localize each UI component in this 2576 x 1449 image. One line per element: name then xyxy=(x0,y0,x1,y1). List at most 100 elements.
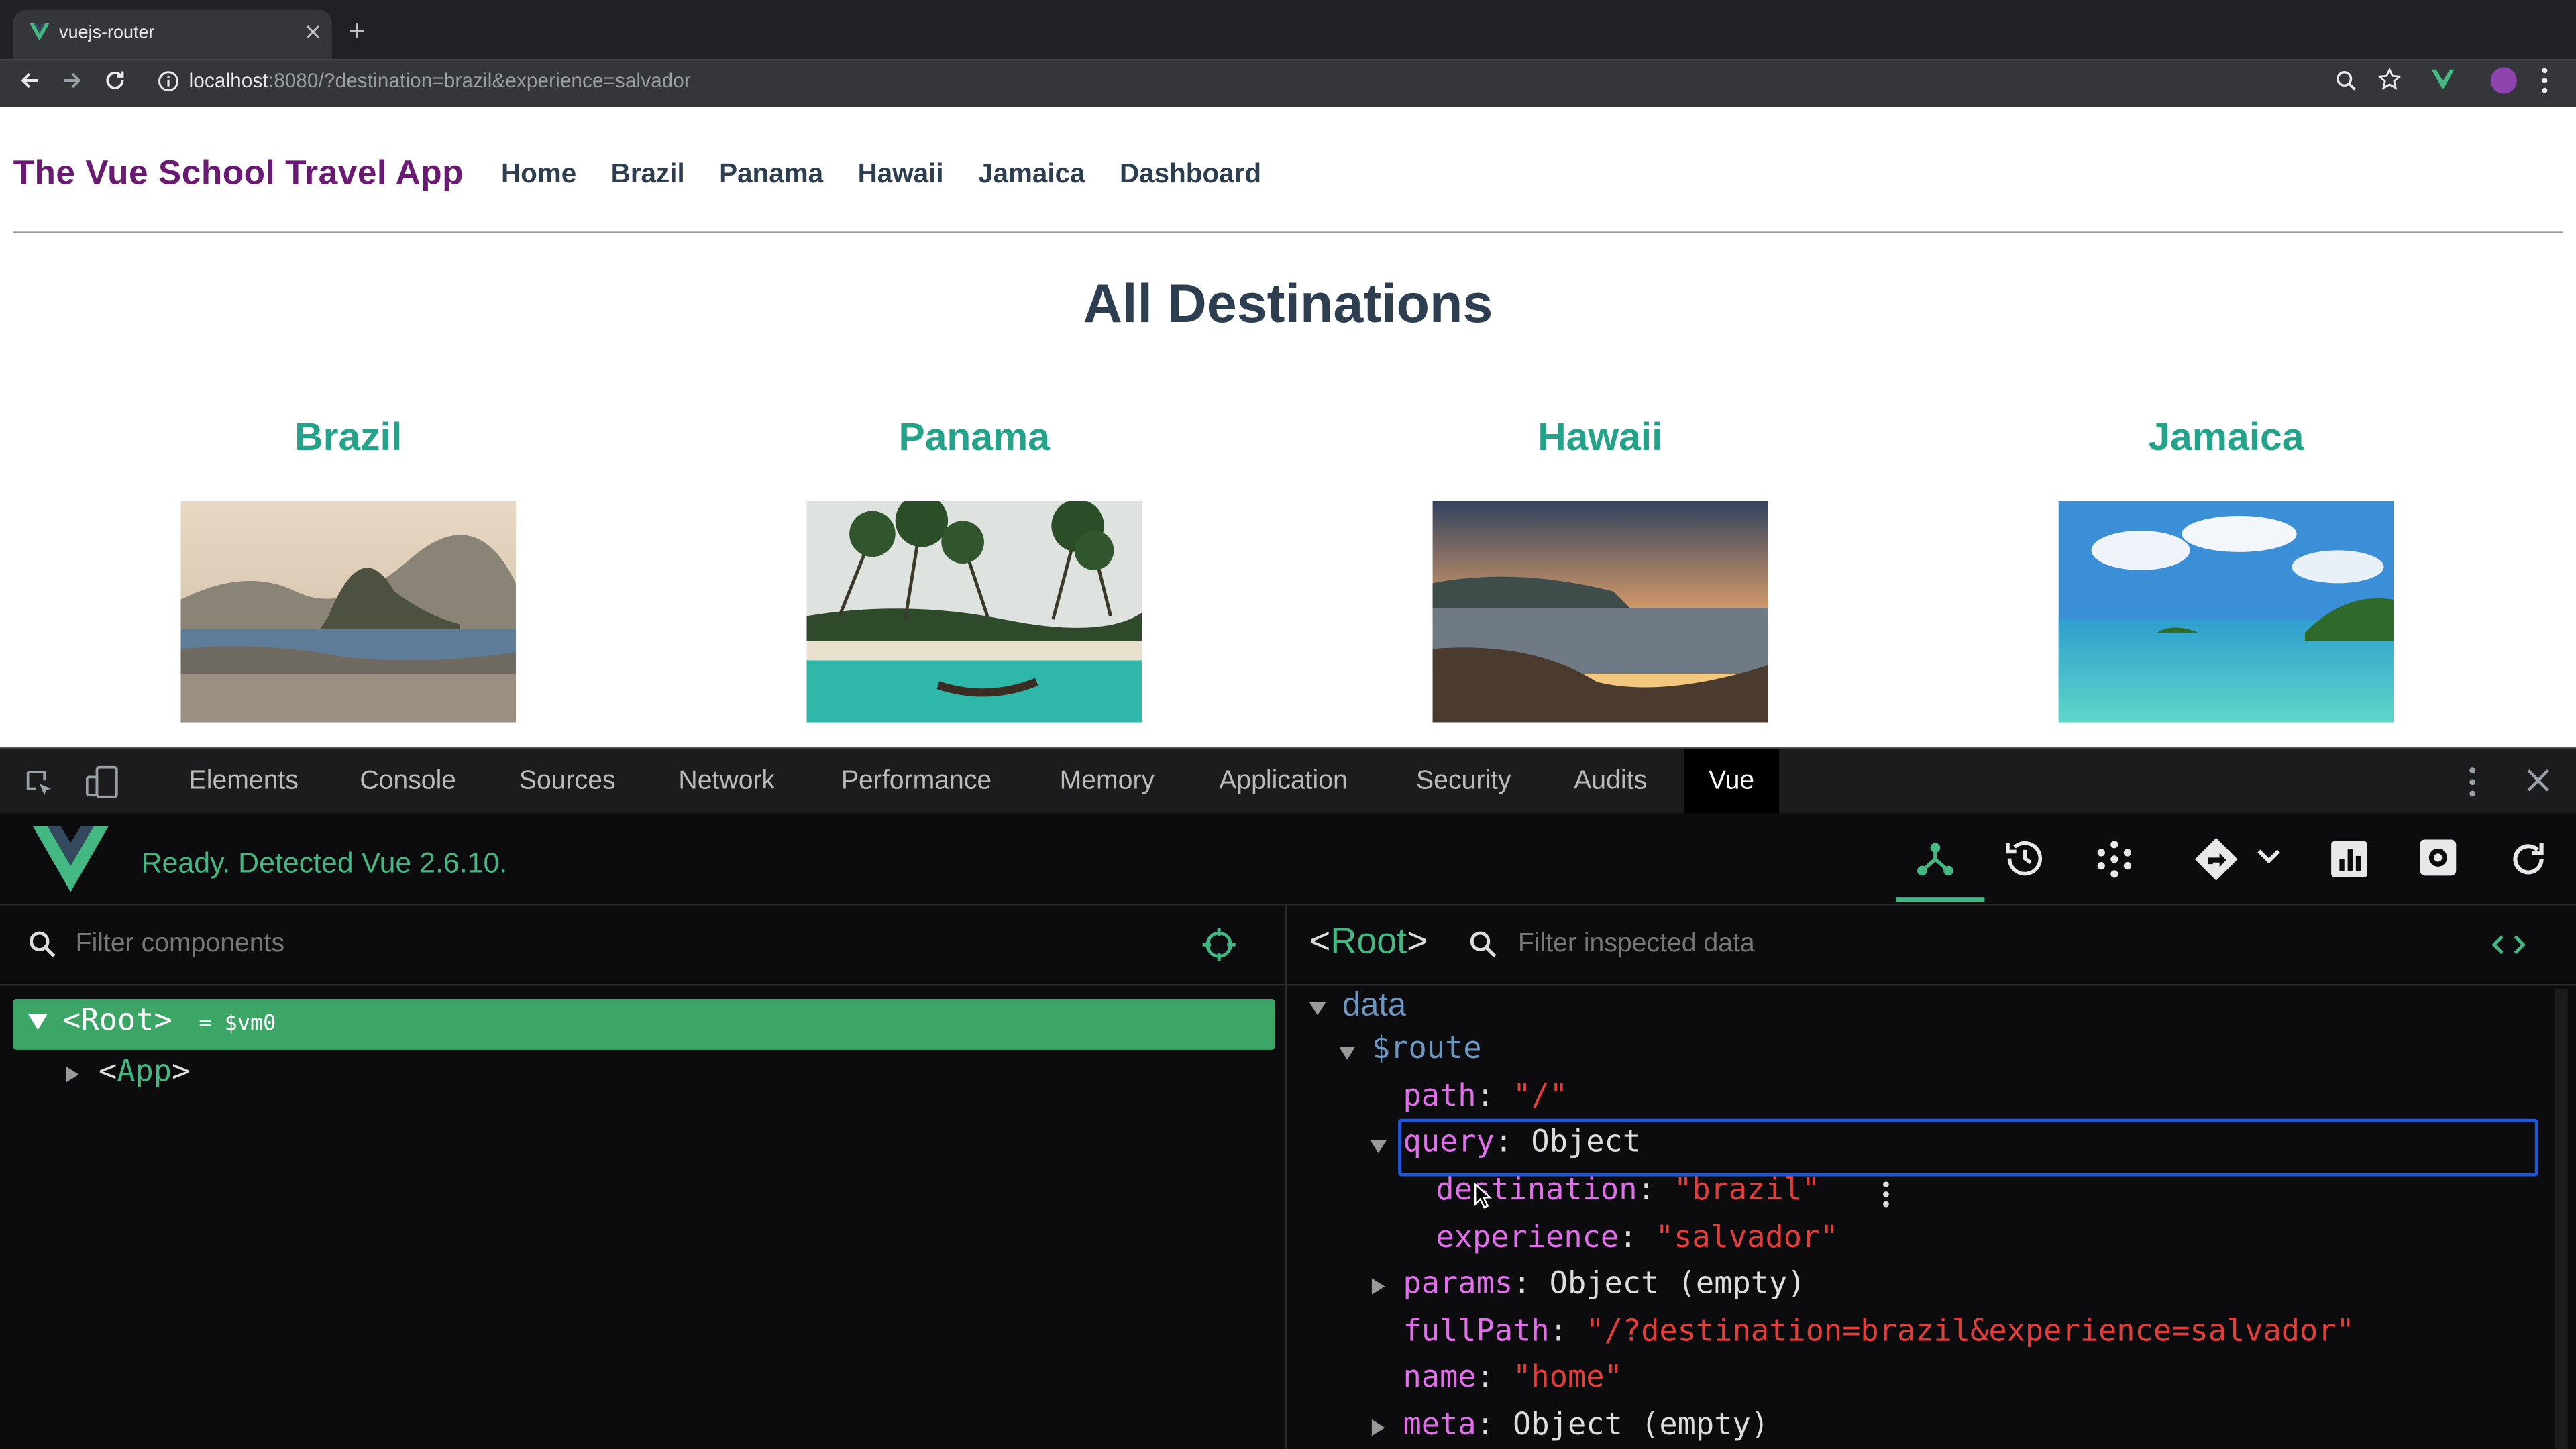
colon: : xyxy=(1476,1360,1495,1395)
name-row[interactable]: name: "home" xyxy=(1403,1360,1622,1395)
nav-brazil[interactable]: Brazil xyxy=(611,160,685,191)
experience-key: experience xyxy=(1436,1220,1619,1256)
tab-performance[interactable]: Performance xyxy=(841,767,991,797)
browser-toolbar: localhost:8080/?destination=brazil&exper… xyxy=(0,59,2576,107)
nav-jamaica[interactable]: Jamaica xyxy=(978,160,1085,191)
inspect-element-icon[interactable] xyxy=(23,767,56,800)
reload-icon[interactable] xyxy=(103,69,126,92)
meta-value: Object (empty) xyxy=(1513,1407,1770,1443)
main-nav: Home Brazil Panama Hawaii Jamaica Dashbo… xyxy=(501,160,1261,191)
title-lt: < xyxy=(1309,920,1331,961)
experience-row[interactable]: experience: "salvador" xyxy=(1436,1221,1838,1255)
collapse-params-triangle-icon[interactable] xyxy=(1370,1277,1386,1296)
destination-title-panama[interactable]: Panama xyxy=(728,416,1221,462)
code-view-icon[interactable] xyxy=(2492,932,2526,958)
nav-hawaii[interactable]: Hawaii xyxy=(858,160,944,191)
filter-inspected-data-input[interactable]: Filter inspected data xyxy=(1518,930,1755,959)
settings-gear-icon[interactable] xyxy=(2416,837,2459,879)
url-host: localhost xyxy=(189,68,268,93)
inspector-scrollbar[interactable] xyxy=(2555,989,2568,1449)
vuex-icon[interactable] xyxy=(2093,838,2136,881)
app-lt: < xyxy=(98,1055,117,1089)
tab-security[interactable]: Security xyxy=(1416,767,1511,797)
destination-row[interactable]: destination: "brazil" xyxy=(1436,1173,1820,1208)
refresh-icon[interactable] xyxy=(2507,838,2550,881)
device-toolbar-icon[interactable] xyxy=(84,764,120,800)
tab-network[interactable]: Network xyxy=(678,767,775,797)
tab-vue[interactable]: Vue xyxy=(1684,749,1779,815)
select-component-crosshair-icon[interactable] xyxy=(1201,926,1237,963)
nav-panama[interactable]: Panama xyxy=(719,160,823,191)
root-vm-alias: = $vm0 xyxy=(199,1012,276,1037)
root-gt: > xyxy=(154,1004,172,1038)
address-bar[interactable]: localhost:8080/?destination=brazil&exper… xyxy=(189,69,691,92)
path-row[interactable]: path: "/" xyxy=(1403,1079,1568,1114)
new-tab-button[interactable]: + xyxy=(348,16,366,46)
components-icon[interactable] xyxy=(1914,837,1957,879)
filter-components-input[interactable]: Filter components xyxy=(76,930,284,959)
nav-dashboard[interactable]: Dashboard xyxy=(1120,160,1261,191)
expand-query-triangle-icon[interactable] xyxy=(1368,1138,1388,1155)
filter-divider xyxy=(0,983,1285,986)
tab-elements[interactable]: Elements xyxy=(189,767,299,797)
nav-home[interactable]: Home xyxy=(501,160,576,191)
colon: : xyxy=(1476,1079,1495,1114)
tree-node-app[interactable]: <App> xyxy=(99,1055,190,1089)
close-tab-icon[interactable]: ✕ xyxy=(304,19,322,46)
destination-image-brazil[interactable] xyxy=(180,500,516,723)
query-row[interactable]: query: Object xyxy=(1403,1126,1641,1160)
tab-memory[interactable]: Memory xyxy=(1060,767,1155,797)
colon: : xyxy=(1494,1125,1513,1160)
zoom-icon[interactable] xyxy=(2334,69,2357,92)
back-arrow-icon[interactable] xyxy=(18,69,41,92)
app-gt: > xyxy=(172,1055,191,1089)
destination-title-brazil[interactable]: Brazil xyxy=(102,416,595,462)
expand-route-triangle-icon[interactable] xyxy=(1337,1045,1356,1061)
route-key[interactable]: $route xyxy=(1372,1032,1482,1066)
fullpath-key: fullPath xyxy=(1403,1314,1550,1349)
collapse-meta-triangle-icon[interactable] xyxy=(1370,1417,1386,1437)
destination-image-panama[interactable] xyxy=(806,500,1142,723)
meta-row[interactable]: meta: Object (empty) xyxy=(1403,1408,1769,1442)
fullpath-row[interactable]: fullPath: "/?destination=brazil&experien… xyxy=(1403,1314,2354,1348)
components-pane xyxy=(0,905,1287,1449)
query-key: query xyxy=(1403,1125,1495,1160)
destination-image-jamaica[interactable] xyxy=(2058,500,2394,723)
params-key: params xyxy=(1403,1267,1513,1301)
forward-arrow-icon[interactable] xyxy=(61,69,84,92)
close-devtools-icon[interactable] xyxy=(2525,767,2551,794)
site-info-icon[interactable] xyxy=(158,70,179,92)
destination-title-jamaica[interactable]: Jamaica xyxy=(1980,416,2473,462)
vue-devtools-extension-icon[interactable] xyxy=(2431,69,2455,91)
routing-icon[interactable] xyxy=(2192,835,2241,883)
search-icon xyxy=(1468,930,1498,959)
tab-console[interactable]: Console xyxy=(360,767,456,797)
history-icon[interactable] xyxy=(2002,837,2047,881)
row-actions-menu-icon[interactable] xyxy=(1881,1179,1891,1209)
vue-favicon-icon xyxy=(30,23,50,41)
name-value: "home" xyxy=(1513,1360,1623,1395)
profile-avatar[interactable] xyxy=(2490,67,2517,94)
expand-data-triangle-icon[interactable] xyxy=(1307,1000,1327,1016)
data-section-label: data xyxy=(1342,987,1407,1024)
tab-application[interactable]: Application xyxy=(1219,767,1348,797)
expand-triangle-icon[interactable] xyxy=(26,1012,49,1032)
app-brand[interactable]: The Vue School Travel App xyxy=(13,154,464,194)
performance-chart-icon[interactable] xyxy=(2330,839,2369,879)
chevron-down-icon[interactable] xyxy=(2254,845,2284,867)
vue-logo-icon xyxy=(32,826,109,892)
star-bookmark-icon[interactable] xyxy=(2377,67,2402,92)
tab-sources[interactable]: Sources xyxy=(519,767,616,797)
params-row[interactable]: params: Object (empty) xyxy=(1403,1267,1805,1301)
tab-audits[interactable]: Audits xyxy=(1574,767,1647,797)
page-title: All Destinations xyxy=(1083,272,1493,334)
destination-title-hawaii[interactable]: Hawaii xyxy=(1354,416,1847,462)
path-value: "/" xyxy=(1513,1079,1568,1114)
browser-menu-icon[interactable] xyxy=(2540,66,2550,95)
devtools-tab-bar: Elements Console Sources Network Perform… xyxy=(0,747,2576,815)
devtools-menu-icon[interactable] xyxy=(2467,765,2477,798)
browser-tab[interactable]: vuejs-router ✕ xyxy=(13,9,332,60)
destination-key: destination xyxy=(1436,1173,1638,1208)
collapse-triangle-icon[interactable] xyxy=(64,1065,80,1084)
destination-image-hawaii[interactable] xyxy=(1432,500,1768,723)
